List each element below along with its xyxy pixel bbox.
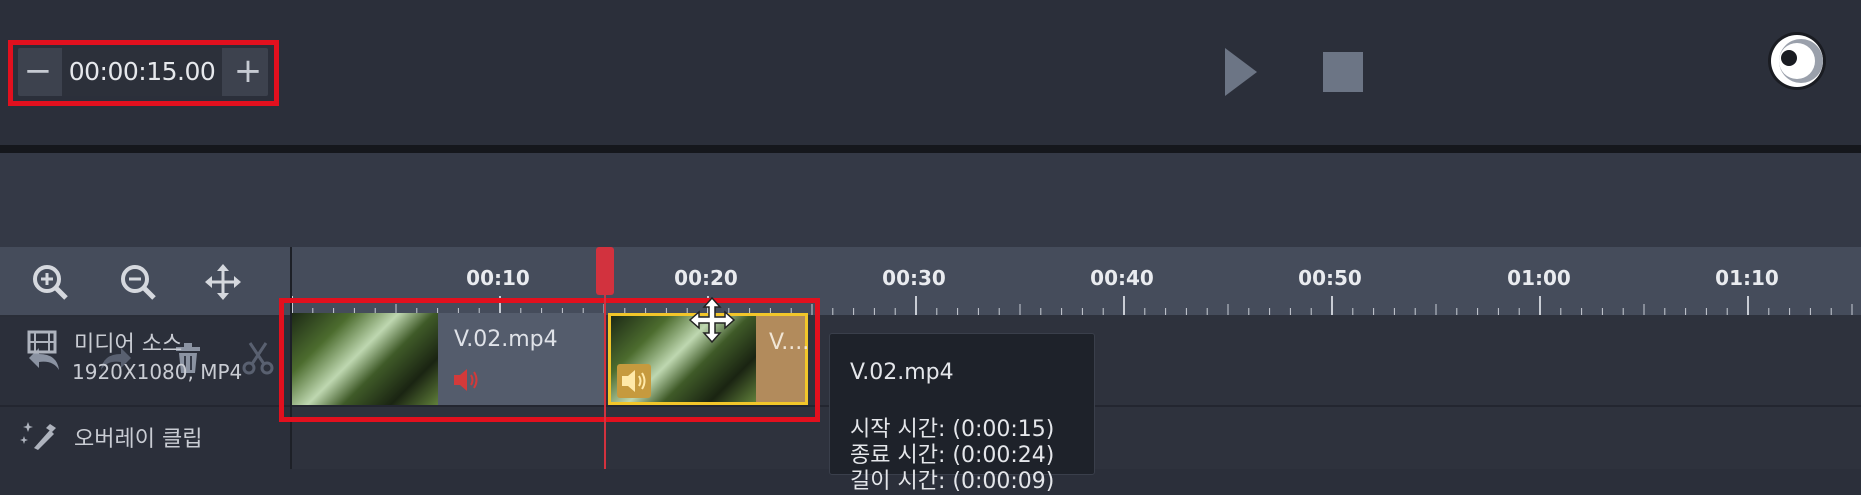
divider bbox=[0, 315, 290, 317]
playhead-line bbox=[604, 295, 606, 469]
move-cursor-icon bbox=[688, 296, 736, 344]
overlay-track-label: 오버레이 클립 bbox=[74, 427, 203, 452]
ruler-label: 01:10 bbox=[1715, 266, 1779, 290]
tooltip-clip-name: V.02.mp4 bbox=[850, 360, 954, 385]
ruler-label: 00:40 bbox=[1090, 266, 1154, 290]
ruler-label: 00:50 bbox=[1298, 266, 1362, 290]
preview-controls-bar: − 00:00:15.00 + bbox=[0, 0, 1861, 145]
playhead-handle[interactable] bbox=[596, 247, 614, 295]
highlight-box-clips bbox=[279, 298, 820, 422]
ruler-label: 00:10 bbox=[466, 266, 530, 290]
ruler-label: 00:30 bbox=[882, 266, 946, 290]
overlay-effect-icon bbox=[20, 422, 56, 450]
edit-toolbar bbox=[0, 153, 1861, 378]
divider bbox=[0, 145, 1861, 153]
film-icon bbox=[27, 330, 57, 354]
preview-mode-icon[interactable] bbox=[1766, 30, 1828, 92]
stop-icon[interactable] bbox=[1323, 52, 1363, 92]
tooltip-length: 길이 시간: (0:00:09) bbox=[850, 469, 1055, 494]
media-track-label: 미디어 소스 bbox=[74, 332, 183, 357]
highlight-box-duration bbox=[8, 40, 279, 106]
ruler-label: 01:00 bbox=[1507, 266, 1571, 290]
fit-timeline-icon[interactable] bbox=[203, 262, 243, 302]
zoom-out-icon[interactable] bbox=[118, 262, 158, 302]
zoom-in-icon[interactable] bbox=[30, 262, 70, 302]
play-icon[interactable] bbox=[1225, 48, 1257, 96]
media-track-info: 1920X1080, MP4 bbox=[72, 360, 243, 384]
ruler-label: 00:20 bbox=[674, 266, 738, 290]
clip-info-tooltip: V.02.mp4 시작 시간: (0:00:15) 종료 시간: (0:00:2… bbox=[829, 333, 1095, 494]
cut-icon[interactable] bbox=[238, 338, 278, 378]
